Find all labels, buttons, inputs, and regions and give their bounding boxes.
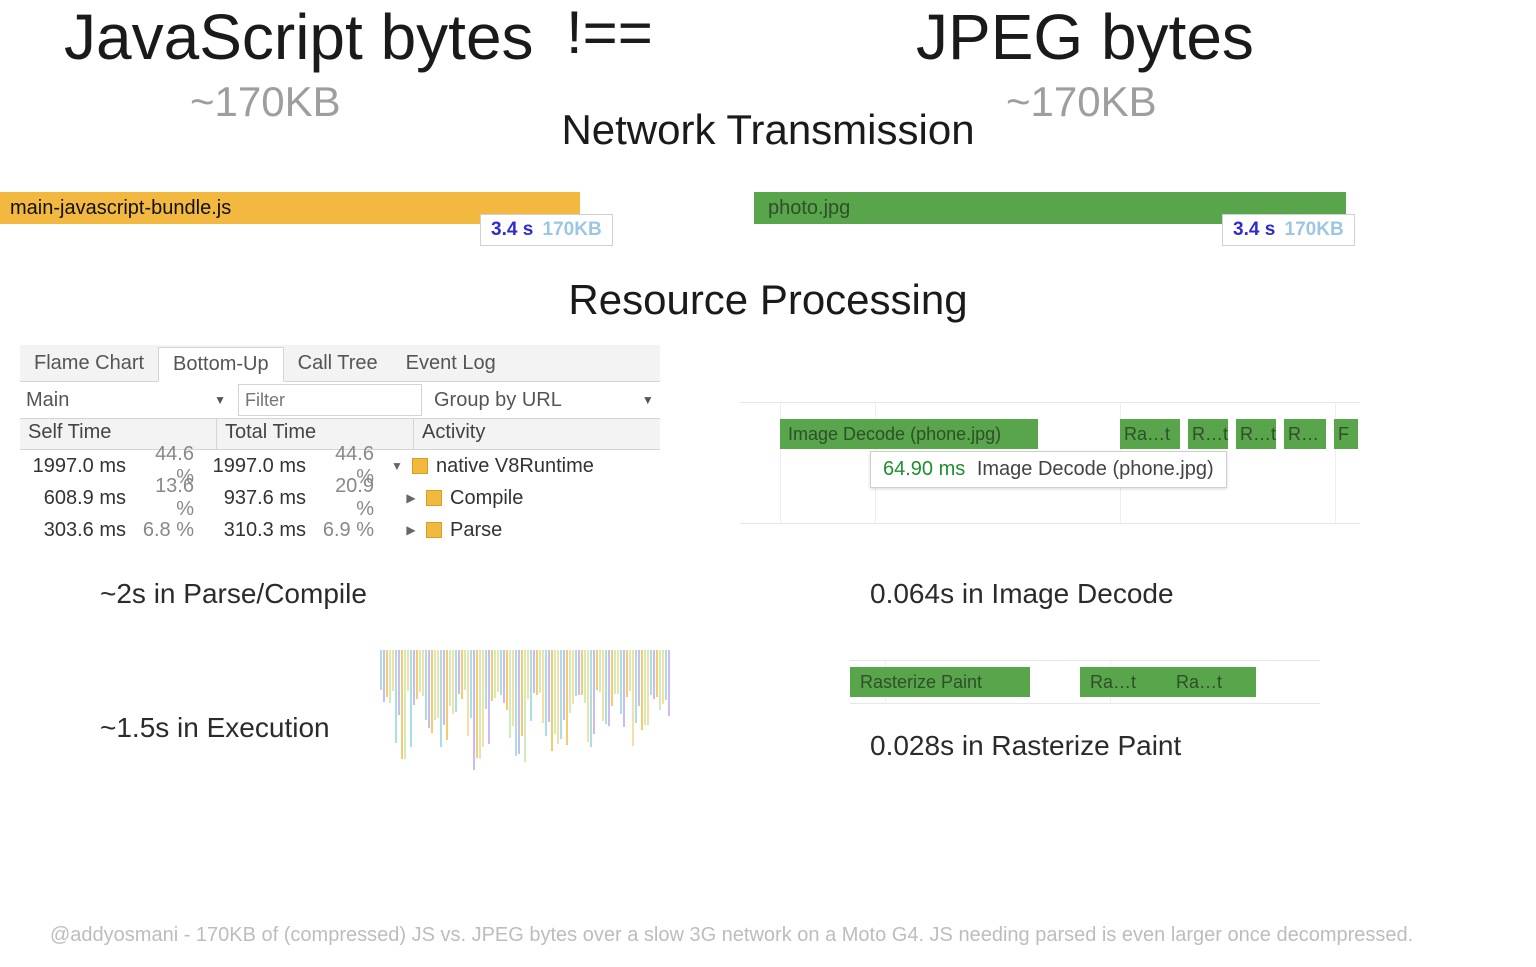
js-badge-size: 170KB xyxy=(543,219,602,240)
group-label: Group by URL xyxy=(434,389,562,412)
tab-event-log[interactable]: Event Log xyxy=(392,345,510,381)
timing-badge-js: 3.4 s 170KB xyxy=(480,214,613,246)
cell-self: 303.6 ms6.8 % xyxy=(20,514,200,546)
col-activity[interactable]: Activity xyxy=(414,419,660,449)
tl-small-bar[interactable]: R… xyxy=(1284,419,1326,449)
heading-neq: !== xyxy=(566,0,653,67)
group-select[interactable]: Group by URL ▼ xyxy=(434,389,654,412)
tl-image-decode[interactable]: Image Decode (phone.jpg) xyxy=(780,419,1038,449)
tl-tooltip-label: Image Decode (phone.jpg) xyxy=(977,458,1214,480)
summary-exec: ~1.5s in Execution xyxy=(100,712,330,744)
devtools-rows: 1997.0 ms44.6 %1997.0 ms44.6 %▼native V8… xyxy=(20,450,660,546)
cell-activity: ▼native V8Runtime xyxy=(380,450,660,482)
cell-self: 608.9 ms13.6 % xyxy=(20,482,200,514)
image-decode-timeline: Image Decode (phone.jpg) Ra…t R…t R…t R… F 6… xyxy=(740,402,1360,524)
devtools-toolbar: Main ▼ Group by URL ▼ xyxy=(20,382,660,419)
chevron-down-icon: ▼ xyxy=(214,393,226,407)
expand-icon[interactable]: ▼ xyxy=(390,459,404,473)
devtools-row[interactable]: 608.9 ms13.6 %937.6 ms20.9 %▶Compile xyxy=(20,482,660,514)
tab-bottom-up[interactable]: Bottom-Up xyxy=(158,347,284,382)
cell-activity: ▶Parse xyxy=(380,514,660,546)
tl-small-bar[interactable]: R…t xyxy=(1188,419,1228,449)
tab-call-tree[interactable]: Call Tree xyxy=(284,345,392,381)
thread-select[interactable]: Main ▼ xyxy=(20,387,232,414)
rasterize-timeline: Rasterize Paint Ra…t Ra…t xyxy=(850,660,1320,704)
chevron-down-icon: ▼ xyxy=(642,393,654,407)
tl-small-bar[interactable]: F xyxy=(1334,419,1358,449)
cell-total: 937.6 ms20.9 % xyxy=(200,482,380,514)
heading-jpeg: JPEG bytes xyxy=(916,0,1254,74)
footer-attribution: @addyosmani - 170KB of (compressed) JS v… xyxy=(50,924,1486,947)
summary-raster: 0.028s in Rasterize Paint xyxy=(870,730,1181,762)
js-time: 3.4 s xyxy=(491,219,533,240)
network-js-filename: main-javascript-bundle.js xyxy=(10,197,231,220)
filter-input[interactable] xyxy=(238,384,422,416)
img-time: 3.4 s xyxy=(1233,219,1275,240)
expand-icon[interactable]: ▶ xyxy=(404,523,418,537)
rasterize-bar-2[interactable]: Ra…t xyxy=(1166,667,1256,697)
tl-small-bar[interactable]: R…t xyxy=(1236,419,1276,449)
devtools-tabs: Flame Chart Bottom-Up Call Tree Event Lo… xyxy=(20,345,660,382)
flame-graph xyxy=(380,650,670,800)
cell-total: 310.3 ms6.9 % xyxy=(200,514,380,546)
tl-small-bar[interactable]: Ra…t xyxy=(1120,419,1180,449)
tl-tooltip: 64.90 ms Image Decode (phone.jpg) xyxy=(870,451,1227,488)
devtools-panel: Flame Chart Bottom-Up Call Tree Event Lo… xyxy=(20,345,660,546)
rasterize-bar-1[interactable]: Ra…t xyxy=(1080,667,1170,697)
expand-icon[interactable]: ▶ xyxy=(404,491,418,505)
activity-color-icon xyxy=(412,458,428,474)
activity-color-icon xyxy=(426,490,442,506)
section-processing: Resource Processing xyxy=(0,276,1536,324)
img-badge-size: 170KB xyxy=(1285,219,1344,240)
devtools-row[interactable]: 303.6 ms6.8 %310.3 ms6.9 %▶Parse xyxy=(20,514,660,546)
timing-badge-img: 3.4 s 170KB xyxy=(1222,214,1355,246)
section-network: Network Transmission xyxy=(0,106,1536,154)
tl-tooltip-ms: 64.90 ms xyxy=(883,458,965,480)
summary-decode: 0.064s in Image Decode xyxy=(870,578,1174,610)
rasterize-bar-0[interactable]: Rasterize Paint xyxy=(850,667,1030,697)
activity-color-icon xyxy=(426,522,442,538)
summary-parse: ~2s in Parse/Compile xyxy=(100,578,367,610)
heading-js: JavaScript bytes xyxy=(64,0,534,74)
network-img-filename: photo.jpg xyxy=(768,197,850,220)
cell-activity: ▶Compile xyxy=(380,482,660,514)
tab-flame-chart[interactable]: Flame Chart xyxy=(20,345,158,381)
thread-label: Main xyxy=(26,389,69,412)
